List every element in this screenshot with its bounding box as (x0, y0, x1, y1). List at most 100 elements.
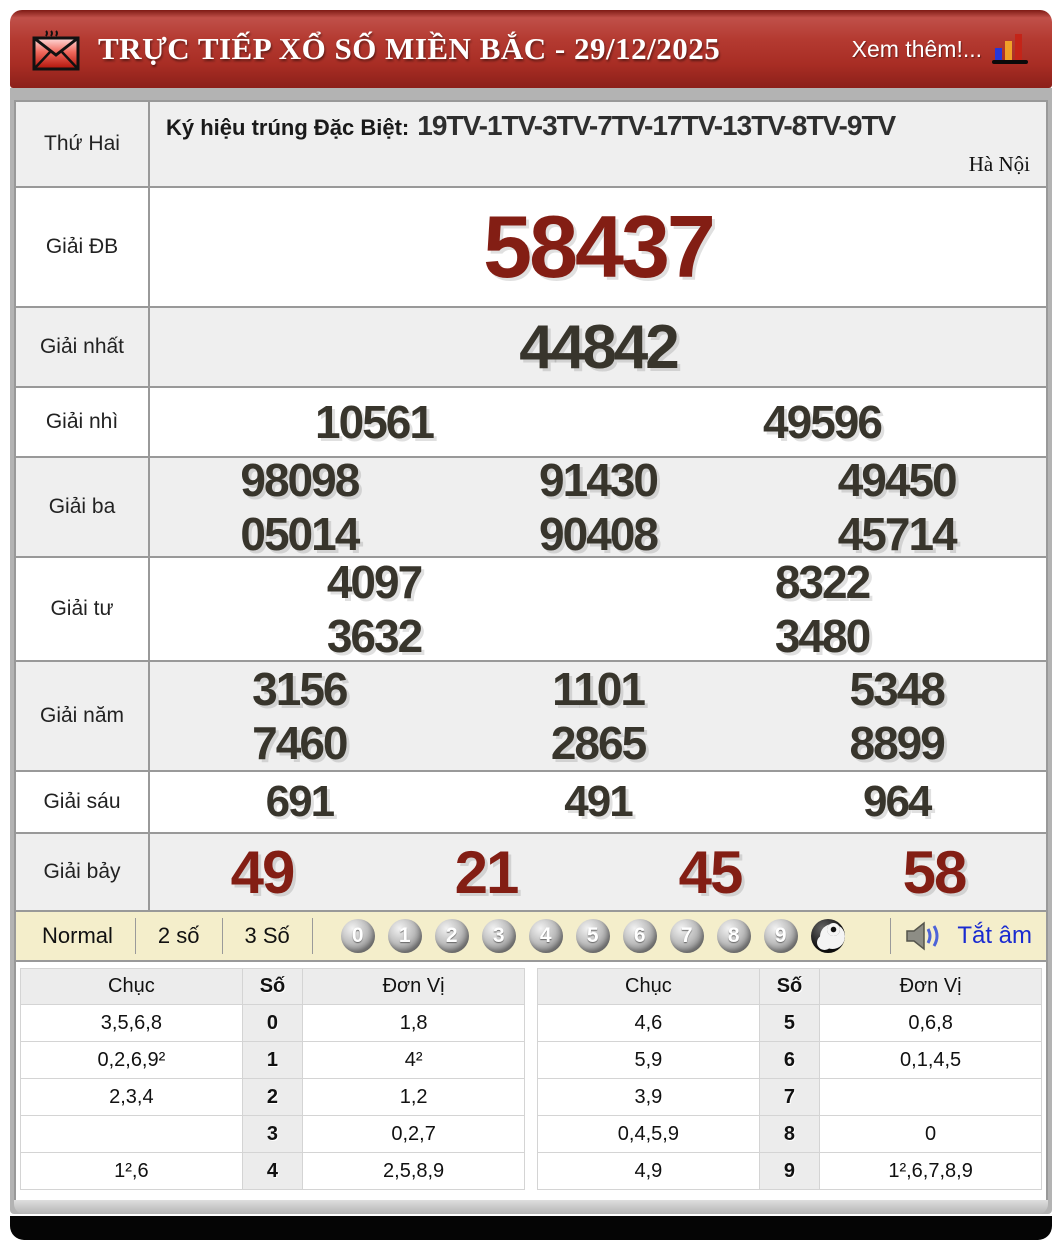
ball-4[interactable]: 4 (529, 919, 563, 953)
prize-number: 98098 (150, 453, 449, 507)
prize-number: 45 (598, 838, 822, 907)
table-row: 30,2,7 (21, 1116, 525, 1153)
units-cell: 0,1,4,5 (820, 1042, 1042, 1079)
summary-tables: ChụcSốĐơn Vị3,5,6,801,80,2,6,9²14²2,3,42… (14, 962, 1048, 1200)
digit-cell: 2 (242, 1079, 302, 1116)
ball-8[interactable]: 8 (717, 919, 751, 953)
prize-number: 8322 (598, 555, 1046, 609)
ball-0[interactable]: 0 (341, 919, 375, 953)
footer-gray-strip (14, 1200, 1048, 1214)
summary-table-left: ChụcSốĐơn Vị3,5,6,801,80,2,6,9²14²2,3,42… (20, 968, 525, 1190)
prize-number: 49596 (598, 395, 1046, 449)
yin-yang-icon[interactable] (811, 919, 845, 953)
prize-row-4: Giải tư4097832236323480 (16, 558, 1046, 662)
summary-header-units: Đơn Vị (820, 969, 1042, 1005)
prize-number: 58437 (150, 196, 1046, 298)
prize-content-7: 49214558 (150, 834, 1046, 910)
lottery-widget: TRỰC TIẾP XỔ SỐ MIỀN BẮC - 29/12/2025 Xe… (10, 10, 1052, 1240)
prize-content-5: 315611015348746028658899 (150, 662, 1046, 770)
ball-1[interactable]: 1 (388, 919, 422, 953)
prize-number: 3156 (150, 662, 449, 716)
sound-controls: Tắt âm (905, 920, 1032, 952)
table-row: 2,3,421,2 (21, 1079, 525, 1116)
tens-cell: 0,2,6,9² (21, 1042, 243, 1079)
prize-number: 491 (449, 777, 748, 827)
tens-cell: 1²,6 (21, 1153, 243, 1190)
speaker-icon[interactable] (905, 920, 947, 952)
special-sign-codes: 19TV-1TV-3TV-7TV-17TV-13TV-8TV-9TV (417, 110, 895, 142)
tens-cell: 4,9 (538, 1153, 760, 1190)
prize-number-line: 746028658899 (150, 716, 1046, 770)
prize-number-line: 36323480 (150, 609, 1046, 663)
tens-cell: 3,9 (538, 1079, 760, 1116)
table-row: 0,4,5,980 (538, 1116, 1042, 1153)
prize-number: 8899 (747, 716, 1046, 770)
see-more-link[interactable]: Xem thêm!... (852, 32, 1030, 66)
summary-header-tens: Chục (21, 969, 243, 1005)
units-cell: 2,5,8,9 (303, 1153, 525, 1190)
units-cell: 0,2,7 (303, 1116, 525, 1153)
prize-number-line: 40978322 (150, 555, 1046, 609)
ball-3[interactable]: 3 (482, 919, 516, 953)
summary-header-row: ChụcSốĐơn Vị (538, 969, 1042, 1005)
prize-number: 21 (374, 838, 598, 907)
results-table: Thứ Hai Ký hiệu trúng Đặc Biệt: 19TV-1TV… (14, 100, 1048, 912)
digit-cell: 4 (242, 1153, 302, 1190)
prize-content-2: 1056149596 (150, 388, 1046, 456)
prize-number: 691 (150, 777, 449, 827)
ball-5[interactable]: 5 (576, 919, 610, 953)
units-cell: 0 (820, 1116, 1042, 1153)
summary-header-units: Đơn Vị (303, 969, 525, 1005)
prize-rows: Giải ĐB58437Giải nhất44842Giải nhì105614… (16, 188, 1046, 912)
widget-body: Thứ Hai Ký hiệu trúng Đặc Biệt: 19TV-1TV… (10, 88, 1052, 1214)
ball-6[interactable]: 6 (623, 919, 657, 953)
prize-label-7: Giải bảy (16, 834, 150, 910)
prize-number: 1101 (449, 662, 748, 716)
mode-button-1[interactable]: Normal (30, 923, 125, 949)
summary-header-digit: Số (242, 969, 302, 1005)
units-cell (820, 1079, 1042, 1116)
mode-button-2[interactable]: 2 số (146, 923, 212, 949)
prize-row-db: Giải ĐB58437 (16, 188, 1046, 308)
prize-row-6: Giải sáu691491964 (16, 772, 1046, 834)
ball-2[interactable]: 2 (435, 919, 469, 953)
tens-cell: 3,5,6,8 (21, 1005, 243, 1042)
toolbar: Normal 2 số 3 Số 0123456789 Tắt âm (14, 912, 1048, 962)
prize-number: 964 (747, 777, 1046, 827)
table-row: 5,960,1,4,5 (538, 1042, 1042, 1079)
mode-divider (222, 918, 223, 954)
prize-number-line: 980989143049450 (150, 453, 1046, 507)
prize-number: 05014 (150, 507, 449, 561)
ball-9[interactable]: 9 (764, 919, 798, 953)
prize-number: 7460 (150, 716, 449, 770)
bar-chart-icon[interactable] (992, 32, 1030, 66)
digit-cell: 0 (242, 1005, 302, 1042)
prize-row-1: Giải nhất44842 (16, 308, 1046, 388)
prize-number: 44842 (150, 312, 1046, 383)
prize-number: 2865 (449, 716, 748, 770)
prize-number-line: 1056149596 (150, 388, 1046, 456)
units-cell: 0,6,8 (820, 1005, 1042, 1042)
prize-label-2: Giải nhì (16, 388, 150, 456)
envelope-icon (32, 27, 82, 71)
prize-content-1: 44842 (150, 308, 1046, 386)
prize-number-line: 49214558 (150, 834, 1046, 910)
prize-number: 49 (150, 838, 374, 907)
prize-label-5: Giải năm (16, 662, 150, 770)
mute-button[interactable]: Tắt âm (957, 922, 1032, 950)
prize-number: 58 (822, 838, 1046, 907)
mode-button-3[interactable]: 3 Số (233, 923, 302, 949)
toolbar-balls: 0123456789 (341, 919, 871, 953)
prize-label-db: Giải ĐB (16, 188, 150, 306)
prize-content-4: 4097832236323480 (150, 558, 1046, 660)
header-bar: TRỰC TIẾP XỔ SỐ MIỀN BẮC - 29/12/2025 Xe… (10, 10, 1052, 88)
digit-cell: 7 (759, 1079, 819, 1116)
info-content: Ký hiệu trúng Đặc Biệt: 19TV-1TV-3TV-7TV… (150, 102, 1046, 186)
page-title: TRỰC TIẾP XỔ SỐ MIỀN BẮC - 29/12/2025 (98, 31, 720, 67)
tens-cell: 2,3,4 (21, 1079, 243, 1116)
see-more-label[interactable]: Xem thêm!... (852, 36, 982, 63)
special-sign-label: Ký hiệu trúng Đặc Biệt: (166, 115, 409, 141)
prize-label-6: Giải sáu (16, 772, 150, 832)
prize-content-3: 980989143049450050149040845714 (150, 458, 1046, 556)
ball-7[interactable]: 7 (670, 919, 704, 953)
